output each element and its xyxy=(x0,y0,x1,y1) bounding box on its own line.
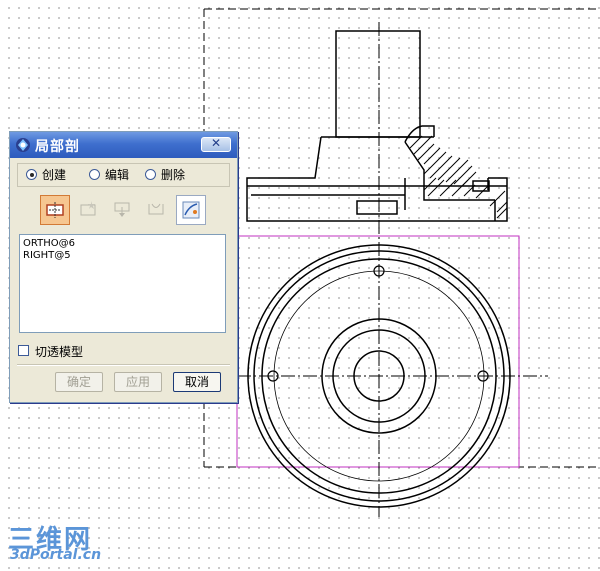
reference-list[interactable]: ORTHO@6 RIGHT@5 xyxy=(19,234,226,333)
radio-create-label: 创建 xyxy=(42,168,67,182)
radio-delete-dot[interactable] xyxy=(145,169,156,180)
close-button[interactable]: ✕ xyxy=(201,137,231,152)
watermark-url: 3dPortal.cn xyxy=(10,547,102,563)
mode-radio-group: 创建 编辑 删除 xyxy=(17,163,230,187)
broken-out-section-dialog: 局部剖 ✕ 创建 编辑 删除 ORTHO@6 RIGHT@5 切透模型 确定 应… xyxy=(9,131,238,403)
define-boundary-icon xyxy=(46,202,64,218)
extend-boundary-icon xyxy=(148,203,164,215)
dialog-titlebar[interactable]: 局部剖 ✕ xyxy=(10,132,237,158)
pick-curve-icon xyxy=(182,201,200,219)
divider xyxy=(17,364,230,366)
list-item[interactable]: ORTHO@6 xyxy=(23,238,222,250)
radio-delete-label: 删除 xyxy=(161,168,186,182)
tool-strip xyxy=(34,192,214,229)
app-icon xyxy=(15,137,31,153)
cut-through-model-label: 切透模型 xyxy=(35,345,84,359)
dialog-title: 局部剖 xyxy=(35,139,80,155)
close-icon: ✕ xyxy=(210,136,222,150)
define-boundary-button[interactable] xyxy=(40,195,70,225)
extend-boundary-button[interactable] xyxy=(142,195,172,225)
pick-curve-button[interactable] xyxy=(176,195,206,225)
add-point-icon xyxy=(80,201,96,216)
checkbox-box[interactable] xyxy=(18,345,29,356)
add-depth-point-icon xyxy=(114,202,130,217)
cancel-button[interactable]: 取消 xyxy=(173,372,221,392)
add-depth-point-button[interactable] xyxy=(108,195,138,225)
watermark-logo: 三维网 3dPortal.cn xyxy=(8,519,108,567)
add-point-button[interactable] xyxy=(74,195,104,225)
list-item[interactable]: RIGHT@5 xyxy=(23,250,222,262)
radio-edit-dot[interactable] xyxy=(89,169,100,180)
ok-button[interactable]: 确定 xyxy=(55,372,103,392)
apply-button[interactable]: 应用 xyxy=(114,372,162,392)
radio-create-dot[interactable] xyxy=(26,169,37,180)
radio-edit-label: 编辑 xyxy=(105,168,130,182)
